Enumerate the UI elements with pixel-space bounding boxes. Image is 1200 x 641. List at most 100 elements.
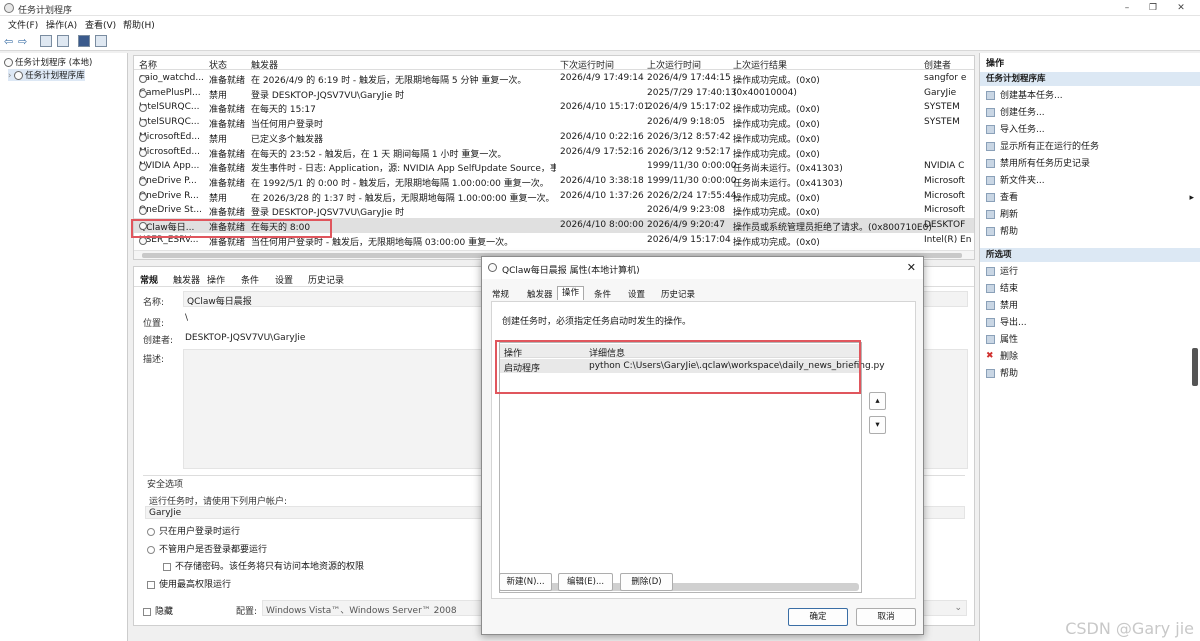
tab-settings[interactable]: 设置 xyxy=(275,273,293,286)
task-last-result: 操作员或系统管理员拒绝了请求。(0x800710E0) xyxy=(733,223,932,233)
option-highest-privileges[interactable]: 使用最高权限运行 xyxy=(147,577,231,590)
show-hide-tree-icon[interactable] xyxy=(57,35,69,47)
actions-instruction: 创建任务时，必须指定任务启动时发生的操作。 xyxy=(502,317,692,327)
option-hidden[interactable]: 隐藏 xyxy=(143,604,173,617)
action-item-export[interactable]: 导出... xyxy=(986,316,1196,330)
help-icon[interactable] xyxy=(78,35,90,47)
edit-action-button[interactable]: 编辑(E)... xyxy=(558,573,613,591)
ok-button[interactable]: 确定 xyxy=(788,608,848,626)
action-item-help[interactable]: 帮助 xyxy=(986,225,1196,239)
action-item-basic-task[interactable]: 创建基本任务... xyxy=(986,89,1196,103)
dialog-close-icon[interactable]: ✕ xyxy=(907,261,916,274)
option-run-logged-on[interactable]: 只在用户登录时运行 xyxy=(147,524,240,537)
forward-arrow-icon[interactable]: ⇨ xyxy=(18,35,27,48)
action-item-run[interactable]: 运行 xyxy=(986,265,1196,279)
task-last-result: 操作成功完成。(0x0) xyxy=(733,193,820,204)
task-trigger: 在 2026/4/9 的 6:19 时 - 触发后，无限期地每隔 5 分钟 重复… xyxy=(251,76,527,86)
table-row[interactable]: GamePlusPl... 禁用 登录 DESKTOP-JQSV7VU\GaryJi… xyxy=(134,86,974,101)
action-item-help[interactable]: 帮助 xyxy=(986,367,1196,381)
submenu-arrow-icon: ▸ xyxy=(1189,193,1194,203)
action-item-create-task[interactable]: 创建任务... xyxy=(986,106,1196,120)
tab-actions[interactable]: 操作 xyxy=(207,273,225,286)
pane-scroll-handle[interactable] xyxy=(1192,348,1198,386)
delete-action-button[interactable]: 删除(D) xyxy=(620,573,673,591)
view-icon xyxy=(986,193,995,202)
minimize-icon[interactable]: – xyxy=(1122,3,1132,13)
running-tasks-icon xyxy=(986,142,995,151)
action-item-history[interactable]: 禁用所有任务历史记录 xyxy=(986,157,1196,171)
table-row[interactable]: MicrosoftEd... 准备就绪 在每天的 23:52 - 触发后，在 1 天… xyxy=(134,145,974,160)
task-trigger: 当任何用户登录时 xyxy=(251,120,324,131)
action-item-running-tasks[interactable]: 显示所有正在运行的任务 xyxy=(986,140,1196,154)
expand-arrow-icon[interactable]: › xyxy=(8,71,11,81)
col-name[interactable]: 名称 xyxy=(139,58,157,71)
action-item-view[interactable]: 查看 ▸ xyxy=(986,191,1196,205)
col-triggers[interactable]: 触发器 xyxy=(251,58,278,71)
tab-general[interactable]: 常规 xyxy=(140,273,158,286)
action-item-refresh[interactable]: 刷新 xyxy=(986,208,1196,222)
action-item-label: 结束 xyxy=(1000,284,1019,294)
task-author: Microsoft xyxy=(924,190,965,201)
task-next-run: 2026/4/9 17:49:14 xyxy=(560,73,644,83)
table-row[interactable]: IntelSURQC... 准备就绪 在每天的 15:17 2026/4/10 15:… xyxy=(134,100,974,115)
checkbox-icon[interactable] xyxy=(163,562,171,571)
menu-help[interactable]: 帮助(H) xyxy=(123,18,155,31)
action-item-end[interactable]: 结束 xyxy=(986,282,1196,296)
tab-conditions[interactable]: 条件 xyxy=(241,273,259,286)
task-last-run: 2025/7/29 17:40:13 xyxy=(647,87,737,98)
col-last-result[interactable]: 上次运行结果 xyxy=(733,58,787,71)
move-down-button[interactable]: ▾ xyxy=(869,416,886,434)
dialog-tab-actions[interactable]: 操作 xyxy=(557,286,585,300)
section-selected-item[interactable]: 所选项 xyxy=(980,248,1200,262)
close-icon[interactable]: ✕ xyxy=(1176,3,1186,13)
table-row[interactable]: eaio_watchd... 准备就绪在 2026/4/9 的 6:19 时 - … xyxy=(134,71,974,86)
dialog-tab-general[interactable]: 常规 xyxy=(492,288,509,300)
tab-triggers[interactable]: 触发器 xyxy=(173,273,200,286)
menu-view[interactable]: 查看(V) xyxy=(85,18,116,31)
tab-history[interactable]: 历史记录 xyxy=(308,273,344,286)
action-item-disable[interactable]: 禁用 xyxy=(986,299,1196,313)
back-arrow-icon[interactable]: ⇦ xyxy=(4,35,13,48)
col-last-run[interactable]: 上次运行时间 xyxy=(647,58,701,71)
dialog-tab-conditions[interactable]: 条件 xyxy=(594,288,611,300)
new-action-button[interactable]: 新建(N)... xyxy=(499,573,552,591)
tree-task-library[interactable]: › 任务计划程序库 xyxy=(8,69,85,81)
up-folder-icon[interactable] xyxy=(40,35,52,47)
menu-file[interactable]: 文件(F) xyxy=(8,18,38,31)
option-do-not-store-password[interactable]: 不存储密码。该任务将只有访问本地资源的权限 xyxy=(163,559,364,572)
move-up-button[interactable]: ▴ xyxy=(869,392,886,410)
table-row[interactable]: IntelSURQC... 准备就绪 当任何用户登录时 2026/4/9 9:18:0… xyxy=(134,115,974,131)
action-item-label: 新文件夹... xyxy=(1000,176,1045,186)
section-task-library[interactable]: 任务计划程序库 xyxy=(980,72,1200,86)
cancel-button[interactable]: 取消 xyxy=(856,608,916,626)
dialog-tab-triggers[interactable]: 触发器 xyxy=(527,288,553,300)
task-author: SYSTEM xyxy=(924,102,960,113)
action-item-new-folder[interactable]: 新文件夹... xyxy=(986,174,1196,188)
checkbox-icon[interactable] xyxy=(143,607,151,616)
col-author[interactable]: 创建者 xyxy=(924,58,951,71)
dialog-tab-history[interactable]: 历史记录 xyxy=(661,288,695,300)
radio-icon[interactable] xyxy=(147,527,155,536)
table-row[interactable]: OneDrive St... 准备就绪 登录 DESKTOP-JQSV7VU\Gar… xyxy=(134,203,974,218)
table-row[interactable]: MicrosoftEd... 禁用 已定义多个触发器 2026/4/10 0:22:1… xyxy=(134,130,974,145)
maximize-icon[interactable]: ❐ xyxy=(1148,3,1158,13)
option-run-whether-logged-on[interactable]: 不管用户是否登录都要运行 xyxy=(147,542,267,555)
table-row[interactable]: OneDrive R... 禁用 在 2026/3/28 的 1:37 时 - 触发… xyxy=(134,189,974,204)
tree-root[interactable]: 任务计划程序 (本地) xyxy=(4,56,92,68)
radio-icon[interactable] xyxy=(147,545,155,554)
action-item-label: 导入任务... xyxy=(1000,125,1045,135)
show-hide-action-pane-icon[interactable] xyxy=(95,35,107,47)
table-row[interactable]: NVIDIA App... 准备就绪 发生事件时 - 日志: Application… xyxy=(134,159,974,174)
action-item-delete[interactable]: ✖ 删除 xyxy=(986,350,1196,364)
action-item-properties[interactable]: 属性 xyxy=(986,333,1196,347)
table-row[interactable]: OneDrive P... 准备就绪在 1992/5/1 的 0:00 时 - 触… xyxy=(134,174,974,189)
actions-pane-title: 操作 xyxy=(986,59,1005,69)
menu-action[interactable]: 操作(A) xyxy=(46,18,77,31)
actions-list-scrollbar[interactable] xyxy=(502,583,859,591)
task-clock-icon xyxy=(139,89,147,98)
col-next-run[interactable]: 下次运行时间 xyxy=(560,58,614,71)
action-item-import[interactable]: 导入任务... xyxy=(986,123,1196,137)
dialog-tab-settings[interactable]: 设置 xyxy=(628,288,645,300)
checkbox-icon[interactable] xyxy=(147,580,155,589)
col-status[interactable]: 状态 xyxy=(209,58,227,71)
